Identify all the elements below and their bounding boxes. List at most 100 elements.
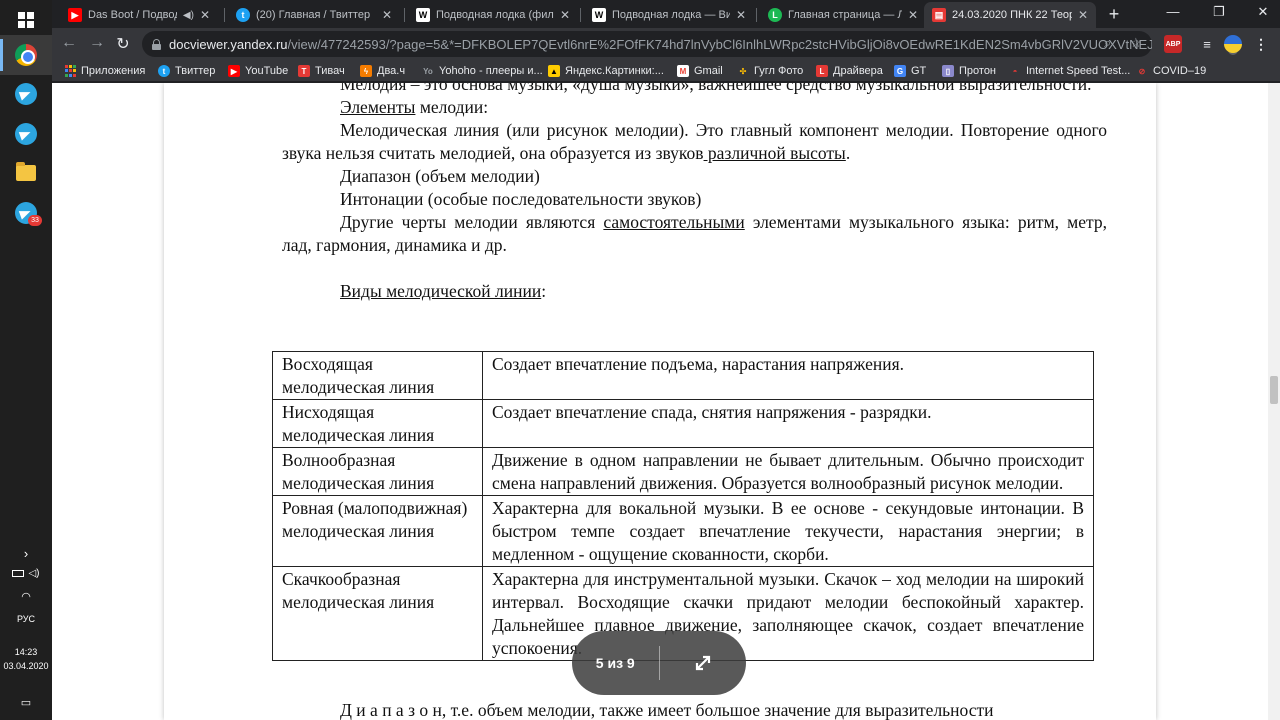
table-row: Восходящая мелодическая линия Создает вп… (272, 351, 1094, 400)
bookmark-tivach[interactable]: T Тивач (298, 63, 345, 79)
table-cell-desc: Создает впечатление спада, снятия напряж… (482, 399, 1094, 448)
tivach-icon: T (298, 65, 310, 77)
bookmark-drivers[interactable]: L Драйвера (816, 63, 883, 79)
bookmark-google-photos[interactable]: ✣ Гугл Фото (737, 63, 804, 79)
notifications-icon[interactable]: ▭ (0, 696, 52, 709)
taskbar-file-explorer[interactable] (0, 153, 52, 193)
bookmark-gt[interactable]: G GT (894, 63, 926, 79)
start-button[interactable] (0, 0, 52, 40)
table-cell-type: Ровная (малоподвижная) мелодическая лини… (272, 495, 483, 567)
paragraph-intonations: Интонации (особые последовательности зву… (340, 189, 702, 209)
tab-wikipedia-film[interactable]: W Подводная лодка (фильм) ✕ (408, 2, 578, 28)
windows-logo-icon (18, 12, 34, 28)
tab-title: Das Boot / Подводная лодка (88, 9, 177, 21)
tab-title: Подводная лодка — Википедия (612, 9, 730, 21)
close-icon[interactable]: ✕ (200, 8, 210, 22)
back-button[interactable]: ← (58, 34, 80, 52)
youtube-icon: ▶ (228, 65, 240, 77)
tab-title: Подводная лодка (фильм) (436, 9, 554, 21)
forward-button[interactable]: → (86, 34, 108, 52)
bookmark-label: GT (911, 65, 927, 77)
paragraph-range: Диапазон (объем мелодии) (340, 166, 540, 186)
bookmark-label: Драйвера (833, 65, 883, 77)
bookmark-yandex-images[interactable]: ▲ Яндекс.Картинки:... (548, 63, 664, 79)
table-cell-type: Восходящая мелодическая линия (272, 351, 483, 400)
bookmark-label: Два.ч (377, 65, 406, 77)
bookmark-speedtest[interactable]: ◓ Internet Speed Test... (1009, 63, 1131, 79)
close-icon[interactable]: ✕ (736, 8, 746, 22)
close-icon[interactable]: ✕ (382, 8, 392, 22)
bookmark-covid[interactable]: ⊘ COVID–19 (1136, 63, 1207, 79)
minimize-button[interactable]: — (1158, 4, 1188, 19)
paragraph-melodic-line: Мелодическая линия (или рисунок мелодии)… (282, 120, 1107, 163)
input-language[interactable]: РУС (0, 614, 52, 624)
reload-button[interactable]: ↻ (112, 34, 134, 54)
tab-main-page[interactable]: L Главная страница — Личный ✕ (760, 2, 926, 28)
melodic-lines-table: Восходящая мелодическая линия Создает вп… (272, 351, 1094, 661)
close-icon[interactable]: ✕ (1078, 8, 1088, 22)
wifi-icon[interactable]: ◠ (0, 590, 52, 603)
folder-icon (16, 162, 36, 181)
bookmark-yohoho[interactable]: Yo Yohoho - плееры и... (422, 63, 543, 79)
table-row: Волнообразная мелодическая линия Движени… (272, 447, 1094, 496)
windows-taskbar: 33 › ◁) ◠ РУС 14:23 03.04.2020 ▭ (0, 0, 52, 720)
bookmark-gmail[interactable]: M Gmail (677, 63, 723, 79)
bookmark-proton[interactable]: ▯ Протон (942, 63, 996, 79)
clock-date[interactable]: 03.04.2020 (0, 661, 52, 671)
youtube-icon: ▶ (68, 8, 82, 22)
bookmark-label: Тивач (315, 65, 345, 77)
tab-das-boot[interactable]: ▶ Das Boot / Подводная лодка ◀) ✕ (60, 2, 218, 28)
tab-wikipedia[interactable]: W Подводная лодка — Википедия ✕ (584, 2, 754, 28)
maximize-button[interactable]: ❐ (1204, 4, 1234, 20)
adblock-plus-icon[interactable]: ABP (1164, 35, 1182, 53)
bookmark-label: YouTube (245, 65, 289, 77)
table-cell-type: Волнообразная мелодическая линия (272, 447, 483, 496)
media-control-icon[interactable]: ≡ (1198, 35, 1216, 53)
url-host: docviewer.yandex.ru (169, 36, 288, 52)
paragraph-other-features: Другие черты мелодии являются самостояте… (282, 212, 1107, 255)
menu-dots-icon[interactable]: ⋮ (1252, 35, 1270, 53)
page-counter[interactable]: 5 из 9 (572, 655, 659, 671)
taskbar-telegram-1[interactable] (0, 74, 52, 114)
vertical-scrollbar[interactable] (1268, 83, 1280, 720)
table-cell-desc: Характерна для инструментальной музыки. … (482, 566, 1094, 661)
bookmark-star-icon[interactable]: ☆ (1130, 35, 1142, 51)
scrollbar-thumb[interactable] (1270, 376, 1278, 404)
browser-toolbar: ← → ↻ docviewer.yandex.ru /view/47724259… (52, 28, 1280, 60)
document-viewer[interactable]: Мелодия – это основа музыки, «душа музык… (52, 83, 1280, 720)
taskbar-telegram-2[interactable] (0, 114, 52, 154)
table-cell-type: Нисходящая мелодическая линия (272, 399, 483, 448)
zoom-icon[interactable]: ⌕ (1104, 35, 1111, 51)
drivers-icon: L (816, 65, 828, 77)
clock-time[interactable]: 14:23 (0, 647, 52, 657)
close-window-button[interactable]: ✕ (1248, 4, 1278, 20)
tray-status-icons[interactable]: ◁) (0, 568, 52, 579)
bookmark-label: Гугл Фото (754, 65, 804, 77)
new-tab-button[interactable]: + (1104, 4, 1124, 25)
bookmark-apps[interactable]: Приложения (64, 63, 145, 79)
paragraph-elements: Элементы мелодии: (340, 97, 489, 117)
tab-twitter[interactable]: t (20) Главная / Твиттер ✕ (228, 2, 400, 28)
tray-expand-chevron-icon[interactable]: › (0, 546, 52, 561)
bookmark-dvach[interactable]: ϟ Два.ч (360, 63, 405, 79)
tab-title: (20) Главная / Твиттер (256, 9, 371, 21)
apps-icon (64, 65, 76, 77)
document-body: Мелодия – это основа музыки, «душа музык… (282, 83, 1107, 303)
taskbar-chrome[interactable] (0, 35, 52, 75)
bookmark-twitter[interactable]: t Твиттер (158, 63, 215, 79)
address-bar[interactable]: docviewer.yandex.ru /view/477242593/?pag… (142, 31, 1152, 57)
close-icon[interactable]: ✕ (560, 8, 570, 22)
fullscreen-button[interactable] (660, 654, 747, 672)
taskbar-telegram-3[interactable]: 33 (0, 193, 52, 233)
notification-badge: 33 (28, 215, 42, 226)
profile-avatar[interactable] (1224, 35, 1242, 53)
bookmark-label: Internet Speed Test... (1026, 65, 1131, 77)
bookmarks-bar: Приложения t Твиттер ▶ YouTube T Тивач ϟ… (52, 60, 1280, 82)
table-cell-desc: Характерна для вокальной музыки. В ее ос… (482, 495, 1094, 567)
close-icon[interactable]: ✕ (908, 8, 918, 22)
bookmark-label: Yohoho - плееры и... (439, 65, 543, 77)
bookmark-youtube[interactable]: ▶ YouTube (228, 63, 288, 79)
tab-pnk-theory[interactable]: ▤ 24.03.2020 ПНК 22 Теория ✕ (924, 2, 1096, 28)
yandex-images-icon: ▲ (548, 65, 560, 77)
proton-icon: ▯ (942, 65, 954, 77)
